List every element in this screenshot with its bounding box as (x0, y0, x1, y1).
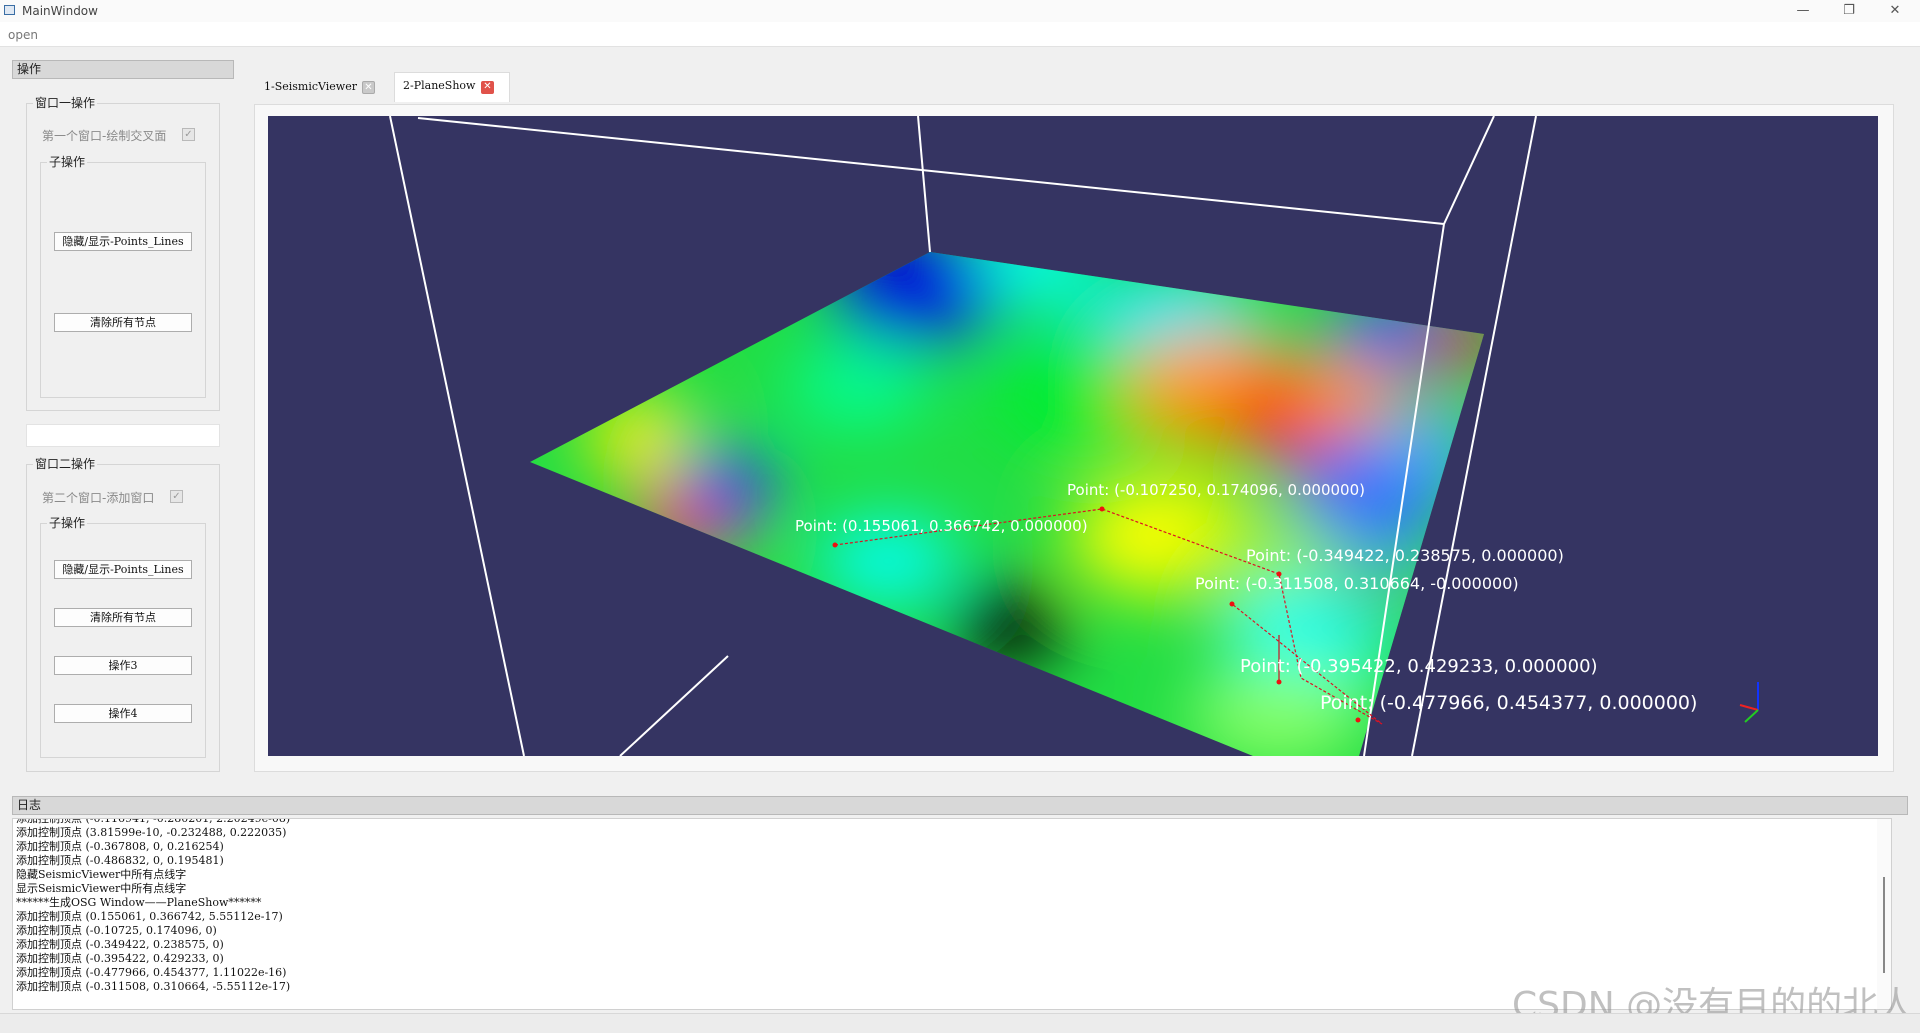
toggle-points-lines-button-2[interactable]: 隐藏/显示-Points_Lines (54, 560, 192, 579)
log-line: 添加控制顶点 (3.81599e-10, -0.232488, 0.222035… (16, 826, 287, 839)
log-line: 添加控制顶点 (-0.10725, 0.174096, 0) (16, 924, 217, 937)
log-line: 添加控制顶点 (0.155061, 0.366742, 5.55112e-17) (16, 910, 283, 923)
blank-field (26, 424, 220, 447)
status-bar (0, 1013, 1920, 1033)
window1-checkbox[interactable]: ✓ (182, 128, 195, 141)
log-lines: 添加控制顶点 (-0.116941, -0.280201, 2.20249e-0… (13, 818, 1891, 994)
point-label-6: Point: (-0.477966, 0.454377, 0.000000) (1320, 692, 1697, 714)
menu-bar: open (0, 22, 1920, 47)
window1-checkbox-label: 第一个窗口-绘制交叉面 (42, 129, 167, 143)
log-line: 添加控制顶点 (-0.486832, 0, 0.195481) (16, 854, 224, 867)
operation3-button[interactable]: 操作3 (54, 656, 192, 675)
log-scroll-thumb[interactable] (1883, 877, 1885, 973)
tab-seismicviewer-label: 1-SeismicViewer (264, 80, 357, 93)
menu-open[interactable]: open (8, 28, 38, 42)
tab-planeshow-label: 2-PlaneShow (403, 79, 476, 92)
control-point-4 (1229, 601, 1235, 607)
osg-viewport[interactable]: Point: (0.155061, 0.366742, 0.000000) Po… (268, 116, 1878, 756)
ops-dock-header: 操作 (12, 60, 234, 79)
point-label-1: Point: (0.155061, 0.366742, 0.000000) (795, 517, 1088, 535)
log-line: 显示SeismicViewer中所有点线字 (16, 882, 187, 895)
log-dock-header: 日志 (12, 796, 1908, 815)
operation4-button[interactable]: 操作4 (54, 704, 192, 723)
log-line: ******生成OSG Window——PlaneShow****** (16, 896, 262, 909)
maximize-button[interactable]: ❐ (1826, 0, 1872, 22)
control-point-6 (1355, 717, 1361, 723)
tab-close-icon[interactable]: ✕ (362, 81, 375, 94)
tab-close-icon[interactable]: ✕ (481, 81, 494, 94)
app-icon (4, 5, 15, 15)
point-label-2: Point: (-0.107250, 0.174096, 0.000000) (1067, 481, 1365, 499)
log-line: 添加控制顶点 (-0.367808, 0, 0.216254) (16, 840, 224, 853)
group-window1-title: 窗口一操作 (33, 94, 98, 111)
window2-checkbox[interactable]: ✓ (170, 490, 183, 503)
axis-indicator-icon (1739, 682, 1759, 723)
group-window1-sub (40, 162, 206, 398)
close-window-button[interactable]: ✕ (1872, 0, 1918, 22)
control-point-1 (832, 542, 838, 548)
scene-svg: Point: (0.155061, 0.366742, 0.000000) Po… (389, 116, 1759, 756)
tab-planeshow[interactable]: 2-PlaneShow ✕ (394, 72, 510, 102)
log-line: 添加控制顶点 (-0.349422, 0.238575, 0) (16, 938, 224, 951)
clear-nodes-button-1[interactable]: 清除所有节点 (54, 313, 192, 332)
clear-nodes-button-2[interactable]: 清除所有节点 (54, 608, 192, 627)
title-bar: MainWindow — ❐ ✕ (0, 0, 1920, 22)
point-label-4: Point: (-0.311508, 0.310664, -0.000000) (1195, 574, 1519, 593)
minimize-button[interactable]: — (1780, 0, 1826, 22)
group-window2-sub-title: 子操作 (47, 514, 88, 531)
window-title: MainWindow (22, 4, 98, 18)
bounding-box-back (417, 116, 1495, 253)
log-line: 添加控制顶点 (-0.116941, -0.280201, 2.20249e-0… (16, 818, 291, 825)
control-point-5 (1276, 679, 1282, 685)
log-line: 添加控制顶点 (-0.395422, 0.429233, 0) (16, 952, 224, 965)
window2-checkbox-label: 第二个窗口-添加窗口 (42, 491, 155, 505)
toggle-points-lines-button-1[interactable]: 隐藏/显示-Points_Lines (54, 232, 192, 251)
tab-seismicviewer[interactable]: 1-SeismicViewer ✕ (256, 74, 390, 100)
group-window2-title: 窗口二操作 (33, 455, 98, 472)
control-point-2 (1099, 506, 1105, 512)
log-line: 隐藏SeismicViewer中所有点线字 (16, 868, 187, 881)
point-label-5: Point: (-0.395422, 0.429233, 0.000000) (1240, 656, 1598, 677)
group-window1-sub-title: 子操作 (47, 153, 88, 170)
point-label-3: Point: (-0.349422, 0.238575, 0.000000) (1246, 546, 1564, 565)
